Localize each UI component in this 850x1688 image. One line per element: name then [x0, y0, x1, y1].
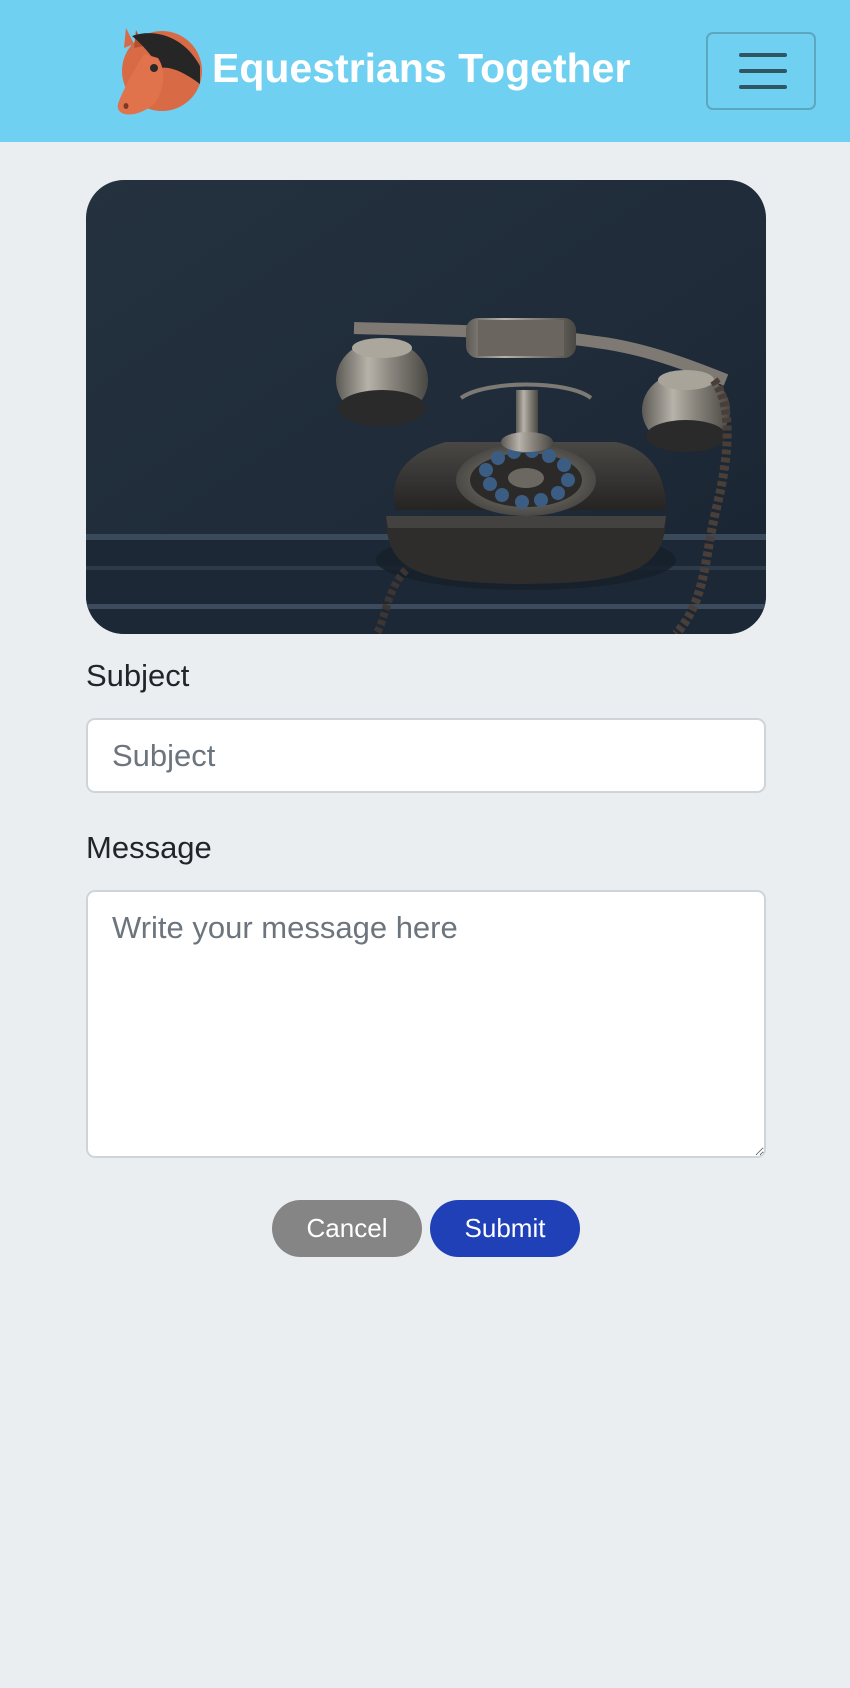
navbar: Equestrians Together — [0, 0, 850, 142]
hamburger-menu-icon — [739, 53, 787, 57]
subject-input[interactable] — [86, 718, 766, 793]
message-textarea[interactable] — [86, 890, 766, 1158]
subject-label: Subject — [86, 658, 190, 693]
telephone-image — [86, 180, 766, 634]
submit-button[interactable]: Submit — [430, 1200, 580, 1257]
brand-name[interactable]: Equestrians Together — [212, 40, 630, 96]
cancel-button[interactable]: Cancel — [272, 1200, 422, 1257]
hero-image — [86, 180, 766, 634]
menu-toggle-button[interactable] — [706, 32, 816, 110]
message-label: Message — [86, 830, 212, 865]
horse-head-icon[interactable] — [114, 26, 202, 116]
